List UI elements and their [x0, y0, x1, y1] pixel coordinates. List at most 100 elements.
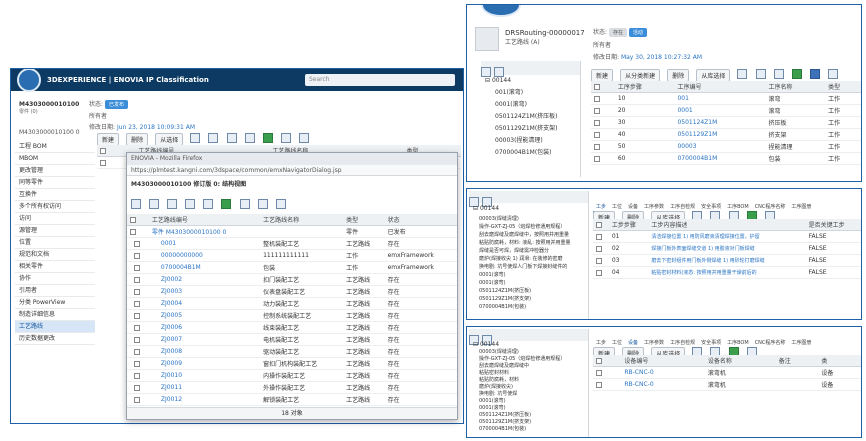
compare-icon[interactable] [257, 198, 268, 209]
state-current[interactable]: 活动 [628, 28, 647, 37]
tree-node[interactable]: 0501129Z1M(挤支架) [479, 419, 588, 426]
route-id-link[interactable]: ZJ0007 [148, 333, 261, 346]
table-row[interactable]: 60 0700004B1M 包装 工作 [591, 152, 861, 165]
tree-root[interactable]: ⊟ 00144 [473, 203, 588, 215]
row-checkbox[interactable] [596, 245, 602, 252]
row-checkbox[interactable] [594, 143, 600, 150]
row-checkbox[interactable] [594, 155, 600, 162]
table-row[interactable]: ZJ0010 内操作装配工艺 工艺路线 存在 [127, 369, 457, 382]
tree-node[interactable]: 粘贴防腐耗，材料 [479, 377, 588, 384]
row-checkbox[interactable] [133, 324, 140, 331]
col-equip-id[interactable]: 设备编号 [621, 355, 705, 367]
search-input[interactable]: Search [305, 74, 455, 86]
tree-root[interactable]: ⊟ 00144 [485, 75, 580, 87]
col-op-id[interactable]: 工序编号 [674, 81, 766, 93]
col-key[interactable]: 是否关键工步 [805, 219, 861, 231]
op-id-link[interactable]: 0700004B1M [674, 152, 766, 165]
tree-node[interactable]: 0001(滚弯) [479, 271, 588, 279]
table-row[interactable]: ZJ0007 电机装配工艺 工艺路线 存在 [127, 333, 457, 346]
sidebar-item[interactable]: 制造详细信息 [15, 309, 95, 321]
add-icon[interactable] [755, 68, 766, 79]
export-icon[interactable] [221, 198, 232, 209]
row-checkbox[interactable] [133, 384, 140, 391]
tree-node[interactable]: 001(滚弯) [495, 87, 580, 99]
tree-node[interactable]: 0700004B1M(包装) [479, 303, 588, 311]
route-id-link[interactable]: 0001 [148, 237, 261, 250]
row-checkbox[interactable] [596, 269, 602, 276]
row-checkbox[interactable] [596, 257, 602, 264]
root-part-link[interactable]: 零件 M4303000010100 0 [148, 225, 261, 238]
table-row[interactable]: 50 00003 捏能清理 工作 [591, 140, 861, 153]
edit-icon[interactable] [737, 68, 748, 79]
table-icon[interactable] [226, 132, 237, 143]
op-id-link[interactable]: 0501129Z1M [674, 128, 766, 141]
row-checkbox[interactable] [133, 396, 140, 403]
sidebar-item[interactable]: 相关零件 [15, 261, 95, 273]
check-icon[interactable] [809, 68, 820, 79]
route-id-link[interactable]: ZJ0003 [148, 285, 261, 298]
tree-node[interactable]: 0501129Z1M(挤支架) [479, 295, 588, 303]
tree-node[interactable]: 焊缝是否可焊，焊缝需冲检器分 [479, 247, 588, 255]
row-checkbox[interactable] [133, 348, 140, 355]
tree-node[interactable]: 0001(滚弯) [495, 99, 580, 111]
row-checkbox[interactable] [133, 276, 140, 283]
select-all-checkbox[interactable] [596, 221, 602, 228]
export-icon[interactable] [791, 68, 802, 79]
sidebar-item[interactable]: 更改管理 [15, 165, 95, 177]
row-checkbox[interactable] [133, 288, 140, 295]
filter-icon[interactable] [280, 132, 291, 143]
sidebar-item[interactable]: 历史数据更改 [15, 333, 95, 345]
sidebar-item[interactable]: 规范和文档 [15, 249, 95, 261]
compass-icon[interactable] [17, 69, 41, 92]
sidebar-item[interactable]: 位置 [15, 237, 95, 249]
table-row[interactable]: ZJ0002 扣门装配工艺 工艺路线 存在 [127, 273, 457, 286]
desc-link[interactable]: 焊接门板外表面焊缝交道 1) 用胶液对门板焊缝 [648, 242, 806, 255]
col-type[interactable]: 类型 [825, 81, 861, 93]
tree-node[interactable]: 0501124Z1M(挤压板) [495, 111, 580, 123]
row-checkbox[interactable] [594, 95, 600, 102]
col-route-id[interactable]: 工艺路线编号 [148, 214, 261, 226]
table-row[interactable]: ZJ0009 窗扣门机构装配工艺 工艺路线 存在 [127, 357, 457, 370]
row-checkbox[interactable] [133, 372, 140, 379]
table-row[interactable]: 03 磨去下密封组件用门板外侧焊缝 1) 用砂轮打磨焊缝 FALSE [593, 254, 861, 267]
tree-node[interactable]: 00003(焊缝清理) [479, 215, 588, 223]
select-all-checkbox[interactable] [594, 83, 600, 90]
filter-icon[interactable] [827, 68, 838, 79]
row-checkbox[interactable] [130, 228, 136, 235]
col-state[interactable]: 状态 [384, 214, 457, 226]
col-equip-name[interactable]: 设备名称 [704, 355, 776, 367]
tree-node[interactable]: 操作-GXT-ZJ-05（熔焊检修通用规程） [479, 356, 588, 363]
sidebar-item[interactable]: 互换件 [15, 189, 95, 201]
settings-icon[interactable] [275, 198, 286, 209]
state-prev[interactable]: 存在 [608, 28, 627, 37]
op-id-link[interactable]: 0001 [674, 104, 766, 117]
tree-node[interactable]: 0001(滚弯) [479, 279, 588, 287]
route-id-link[interactable]: ZJ0005 [148, 309, 261, 322]
sidebar-item[interactable]: 访问 [15, 213, 95, 225]
tree-node[interactable]: 0501124Z1M(挤压板) [479, 287, 588, 295]
add-icon[interactable] [208, 132, 219, 143]
col-desc[interactable]: 工步内容描述 [648, 219, 806, 231]
view-icon[interactable] [244, 132, 255, 143]
desc-link[interactable]: 清洁焊接位置 1) 用防风磨液清理焊接位置，护留 [648, 230, 806, 243]
row-checkbox[interactable] [594, 107, 600, 114]
route-id-link[interactable]: ZJ0011 [148, 381, 261, 394]
desc-link[interactable]: 磨去下密封组件用门板外侧焊缝 1) 用砂轮打磨焊缝 [648, 254, 806, 267]
table-row[interactable]: 02 焊接门板外表面焊缝交道 1) 用胶液对门板焊缝 FALSE [593, 242, 861, 255]
popup-url[interactable]: https://plmtest.kangni.com/3dspace/commo… [127, 165, 457, 176]
table-row[interactable]: 10 001 滚弯 工作 [591, 92, 861, 105]
tree-node[interactable]: 操作-GXT-ZJ-05（熔焊检修通用规程） [479, 223, 588, 231]
table-row[interactable]: 30 0501124Z1M 挤压板 工作 [591, 116, 861, 129]
filter-icon[interactable] [239, 198, 250, 209]
sidebar-item[interactable]: 同等零件 [15, 177, 95, 189]
table-row-root[interactable]: 零件 M4303000010100 0 零件 已发布 [127, 225, 457, 238]
compass-icon[interactable] [481, 5, 521, 17]
row-checkbox[interactable] [596, 369, 602, 376]
tree-node[interactable]: 磨炉(焊接收尖) [479, 384, 588, 391]
col-note[interactable]: 备注 [775, 355, 819, 367]
row-checkbox[interactable] [133, 264, 140, 271]
route-id-link[interactable]: ZJ0010 [148, 369, 261, 382]
sidebar-item[interactable]: 协作 [15, 273, 95, 285]
route-id-link[interactable]: ZJ0012 [148, 393, 261, 406]
col-op-name[interactable]: 工序名称 [765, 81, 826, 93]
